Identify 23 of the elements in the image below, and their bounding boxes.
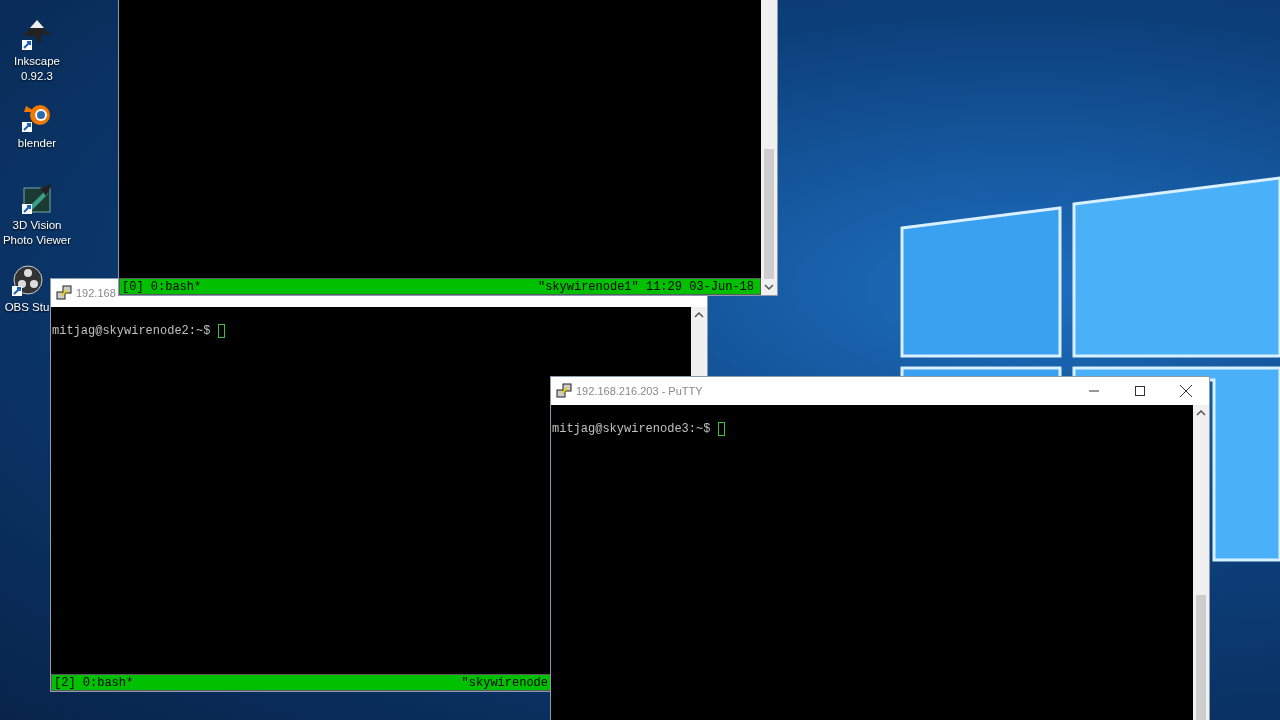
- close-icon[interactable]: [1180, 385, 1192, 397]
- text-cursor: [718, 422, 726, 436]
- desktop-icon-label[interactable]: 3D Vision Photo Viewer: [0, 218, 74, 248]
- host-and-time: "skywirenode1" 11:29 03-Jun-18: [537, 279, 754, 294]
- text-cursor: [218, 324, 226, 338]
- desktop-icon-label[interactable]: blender: [17, 136, 57, 151]
- putty-icon: [56, 285, 72, 301]
- window-list: [2] 0:bash*: [54, 675, 134, 690]
- picture-frame-icon: [20, 182, 54, 216]
- desktop-icon-label[interactable]: Inkscape 0.92.3: [0, 54, 74, 84]
- host-and-time: "skywirenode: [461, 675, 548, 690]
- obs-icon: [10, 264, 44, 298]
- scrollbar-thumb[interactable]: [764, 149, 774, 279]
- window-title: 192.168: [76, 287, 116, 299]
- window-title: 192.168.216.203 - PuTTY: [576, 385, 703, 397]
- shell-prompt: mitjag@skywirenode2:~$: [52, 324, 211, 338]
- scrollbar-thumb[interactable]: [1196, 595, 1206, 720]
- inkscape-icon: [20, 18, 54, 52]
- window-list: [0] 0:bash*: [122, 279, 202, 294]
- putty-icon: [556, 383, 572, 399]
- maximize-icon[interactable]: [1135, 386, 1145, 396]
- desktop-icon-label[interactable]: OBS Stu: [4, 300, 50, 315]
- shell-prompt: mitjag@skywirenode3:~$: [552, 422, 711, 436]
